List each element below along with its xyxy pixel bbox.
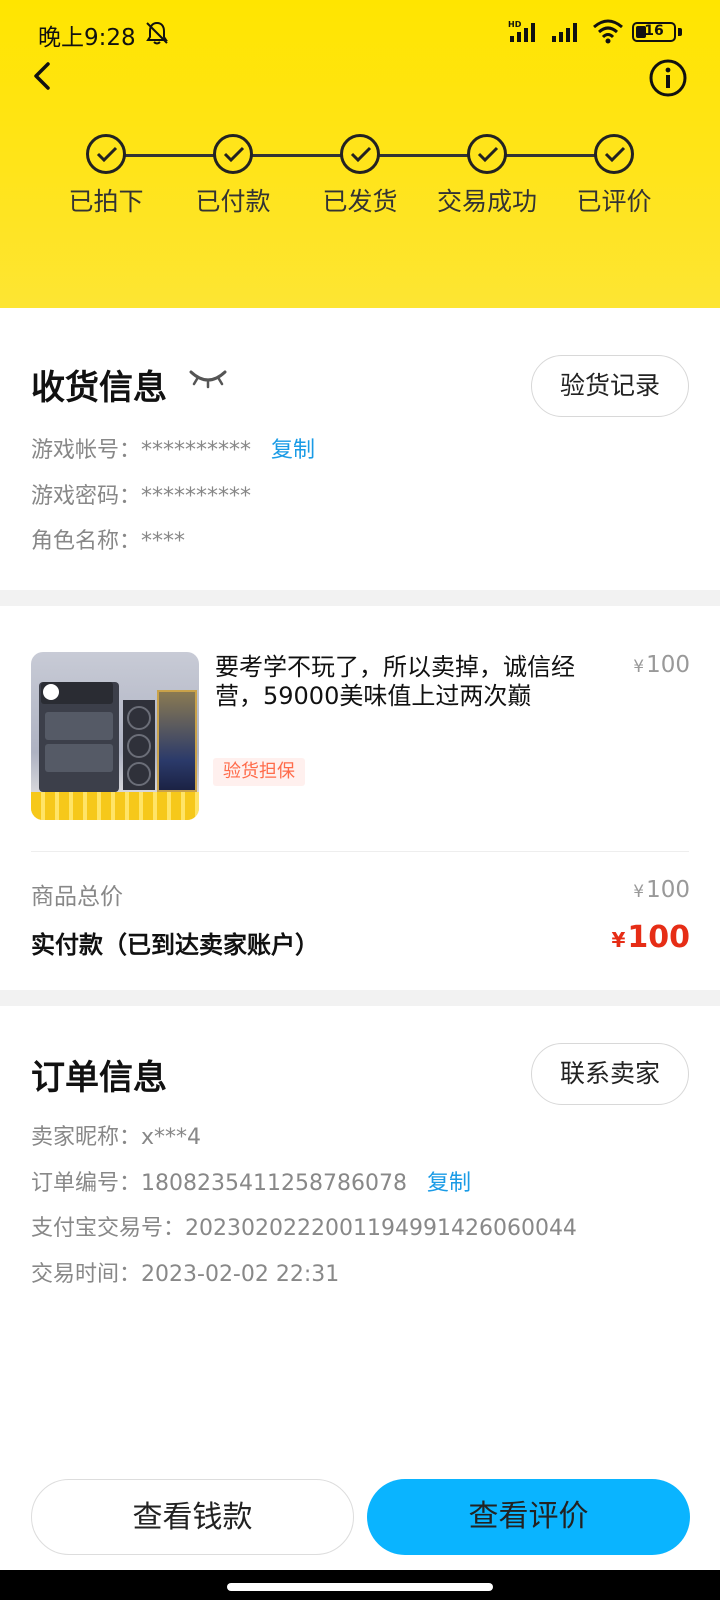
- guarantee-badge: 验货担保: [213, 758, 305, 786]
- bell-off-icon: [146, 21, 168, 45]
- thumb-art: [157, 690, 197, 792]
- step-label: 已付款: [195, 187, 271, 216]
- alipay-label: 支付宝交易号：: [31, 1216, 186, 1241]
- account-row: 游戏帐号：********** 复制: [31, 432, 315, 464]
- step-item: 已发货: [290, 134, 430, 224]
- alipay-value: 2023020222001194991426060044: [185, 1216, 577, 1241]
- total-amount: 100: [646, 877, 690, 903]
- wifi-icon: [593, 19, 623, 44]
- battery-level: 16: [644, 23, 664, 39]
- alipay-row: 支付宝交易号：2023020222001194991426060044: [31, 1210, 577, 1242]
- section-divider: [0, 990, 720, 1006]
- info-icon[interactable]: [648, 58, 688, 98]
- time-label: 交易时间：: [31, 1262, 142, 1287]
- seller-label: 卖家昵称：: [31, 1125, 142, 1150]
- order-title: 订单信息: [31, 1058, 167, 1098]
- step-item: 已付款: [163, 134, 303, 224]
- view-money-button[interactable]: 查看钱款: [31, 1479, 354, 1555]
- thumb-topbar: [41, 682, 113, 704]
- order-no-value: 1808235411258786078: [141, 1171, 407, 1196]
- status-time: 晚上9:28: [38, 25, 136, 51]
- role-row: 角色名称：****: [31, 523, 185, 555]
- status-bar: 晚上9:28 HD 16: [0, 0, 720, 64]
- paid-symbol: ¥: [611, 928, 626, 952]
- battery-tip: [678, 28, 682, 36]
- order-no-row: 订单编号：1808235411258786078 复制: [31, 1165, 471, 1197]
- password-row: 游戏密码：**********: [31, 478, 251, 510]
- product-title[interactable]: 要考学不玩了，所以卖掉，诚信经营，59000美味值上过两次巅: [215, 653, 575, 711]
- time-value: 2023-02-02 22:31: [141, 1262, 340, 1287]
- role-value: ****: [141, 529, 186, 554]
- check-icon: [594, 134, 634, 174]
- step-item: 已评价: [544, 134, 684, 224]
- seller-value: x***4: [141, 1125, 202, 1150]
- price-symbol: ¥: [633, 657, 645, 677]
- account-label: 游戏帐号：: [31, 438, 142, 463]
- thumb-circles: [123, 700, 155, 790]
- eye-closed-icon[interactable]: [188, 366, 228, 390]
- check-icon: [213, 134, 253, 174]
- role-label: 角色名称：: [31, 529, 142, 554]
- account-value: **********: [141, 438, 252, 463]
- copy-account-link[interactable]: 复制: [271, 438, 315, 463]
- battery-icon: 16: [632, 22, 676, 42]
- paid-amount: 100: [627, 920, 690, 955]
- home-handle[interactable]: [227, 1583, 493, 1591]
- step-item: 交易成功: [417, 134, 557, 224]
- check-icon: [467, 134, 507, 174]
- time-row: 交易时间：2023-02-02 22:31: [31, 1256, 339, 1288]
- step-label: 已发货: [322, 187, 398, 216]
- contact-seller-button[interactable]: 联系卖家: [531, 1043, 689, 1105]
- delivery-title: 收货信息: [31, 368, 167, 408]
- paid-label: 实付款（已到达卖家账户）: [31, 931, 319, 959]
- check-icon: [86, 134, 126, 174]
- product-price: ¥100: [600, 652, 690, 678]
- section-divider: [0, 590, 720, 606]
- product-thumbnail[interactable]: [31, 652, 199, 820]
- step-label: 已评价: [576, 187, 652, 216]
- password-label: 游戏密码：: [31, 484, 142, 509]
- inspect-record-button[interactable]: 验货记录: [531, 355, 689, 417]
- total-label: 商品总价: [31, 884, 123, 910]
- divider-line: [31, 851, 689, 852]
- hd-signal-icon: HD: [508, 20, 535, 42]
- step-label: 交易成功: [436, 187, 537, 216]
- svg-text:HD: HD: [508, 20, 522, 29]
- total-symbol: ¥: [633, 882, 645, 902]
- paid-value: ¥100: [580, 920, 690, 955]
- order-no-label: 订单编号：: [31, 1171, 142, 1196]
- price-value: 100: [646, 652, 690, 678]
- total-value: ¥100: [590, 877, 690, 903]
- back-icon[interactable]: [24, 56, 68, 100]
- check-icon: [340, 134, 380, 174]
- seller-row: 卖家昵称：x***4: [31, 1119, 201, 1151]
- copy-order-link[interactable]: 复制: [427, 1171, 471, 1196]
- view-review-button[interactable]: 查看评价: [367, 1479, 690, 1555]
- step-label: 已拍下: [68, 187, 144, 216]
- signal-icon: [552, 23, 577, 42]
- thumb-ribbon: [31, 792, 199, 820]
- step-item: 已拍下: [36, 134, 176, 224]
- password-value: **********: [141, 484, 252, 509]
